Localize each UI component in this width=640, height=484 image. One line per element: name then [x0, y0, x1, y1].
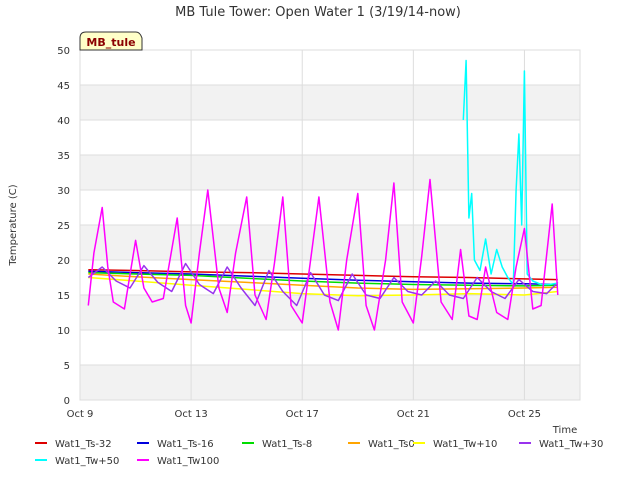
y-tick-label: 40 [57, 116, 70, 127]
legend-item: Wat1_Tw+10 [413, 439, 497, 450]
x-tick-label: Oct 21 [397, 409, 430, 420]
legend-label: Wat1_Tw+30 [539, 439, 603, 450]
x-tick-label: Oct 9 [67, 409, 94, 420]
legend: Wat1_Ts-32 Wat1_Ts-16 Wat1_Ts-8 Wat1_Ts0 Wat… [35, 439, 603, 467]
y-tick-label: 20 [57, 256, 70, 267]
plot-band [80, 155, 580, 190]
plot-band [80, 225, 580, 260]
legend-label: Wat1_Tw100 [157, 456, 219, 467]
y-tick-label: 30 [57, 186, 70, 197]
y-tick-label: 50 [57, 46, 70, 57]
x-tick-label: Oct 13 [175, 409, 208, 420]
y-tick-label: 15 [57, 291, 70, 302]
legend-label: Wat1_Ts0 [368, 439, 415, 450]
legend-item: Wat1_Ts0 [348, 439, 415, 450]
y-tick-label: 5 [64, 361, 70, 372]
x-axis-label: Time [552, 425, 577, 436]
legend-label: Wat1_Ts-8 [262, 439, 312, 450]
chart-container: MB Tule Tower: Open Water 1 (3/19/14-now… [0, 0, 640, 480]
legend-item: Wat1_Ts-32 [35, 439, 112, 450]
plot-band [80, 85, 580, 120]
legend-item: Wat1_Tw+50 [35, 456, 119, 467]
x-tick-label: Oct 25 [508, 409, 541, 420]
chart-svg: MB Tule Tower: Open Water 1 (3/19/14-now… [8, 5, 603, 467]
y-tick-label: 25 [57, 221, 70, 232]
legend-item: Wat1_Ts-16 [137, 439, 214, 450]
legend-item: Wat1_Ts-8 [242, 439, 312, 450]
y-tick-label: 10 [57, 326, 70, 337]
legend-label: Wat1_Ts-16 [157, 439, 214, 450]
plot-band [80, 365, 580, 400]
y-tick-label: 45 [57, 81, 70, 92]
site-label: MB_tule [86, 36, 135, 49]
legend-label: Wat1_Ts-32 [55, 439, 112, 450]
site-label-box: MB_tule [79, 31, 143, 51]
legend-item: Wat1_Tw+30 [519, 439, 603, 450]
chart-title: MB Tule Tower: Open Water 1 (3/19/14-now… [175, 5, 461, 20]
legend-item: Wat1_Tw100 [137, 456, 219, 467]
legend-label: Wat1_Tw+50 [55, 456, 119, 467]
x-tick-label: Oct 17 [286, 409, 319, 420]
y-tick-label: 35 [57, 151, 70, 162]
legend-label: Wat1_Tw+10 [433, 439, 497, 450]
y-axis-label: Temperature (C) [8, 184, 19, 266]
y-tick-label: 0 [64, 396, 70, 407]
